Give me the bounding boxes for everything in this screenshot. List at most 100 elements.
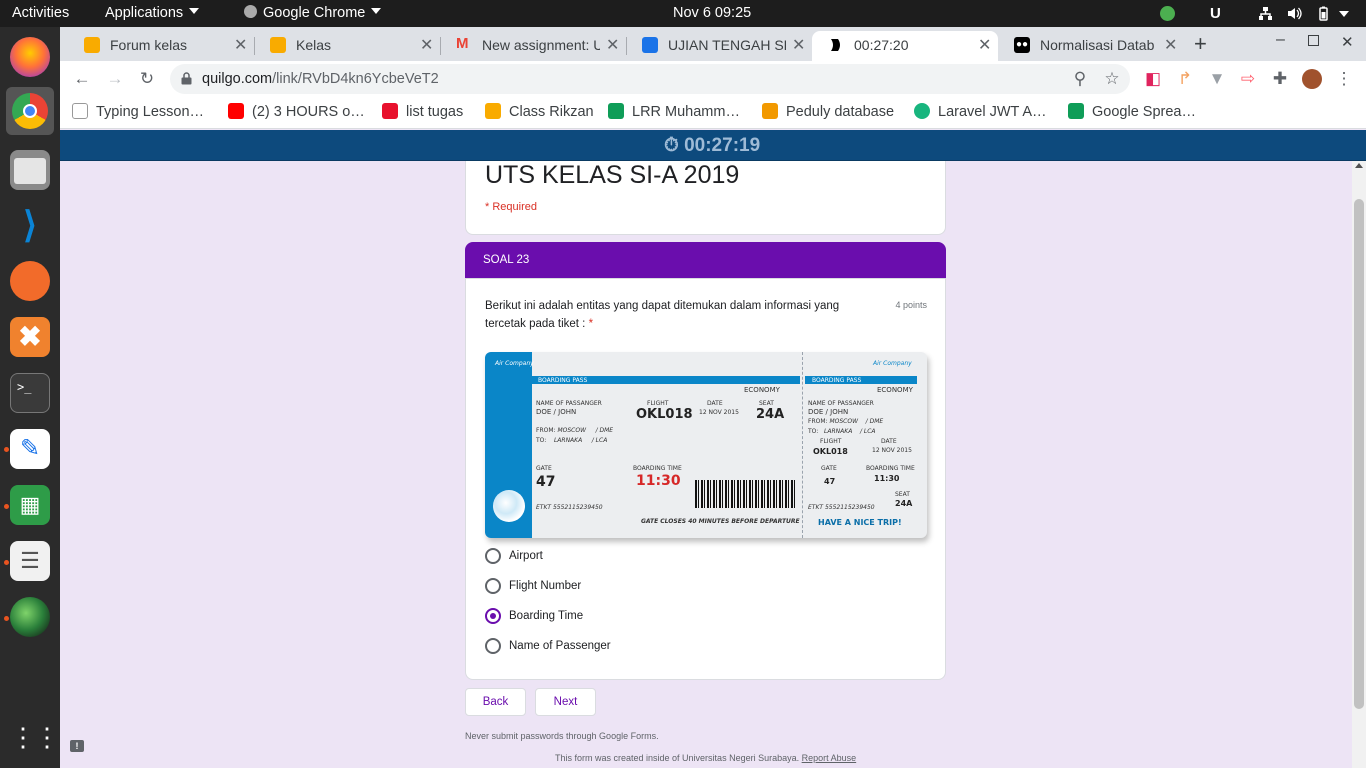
boarding-time-label: BOARDING TIME <box>633 465 682 472</box>
zoom-icon[interactable]: ⚲ <box>1070 69 1090 89</box>
profile-avatar[interactable] <box>1302 69 1322 89</box>
u-app-icon[interactable]: U <box>1210 6 1225 21</box>
battery-icon[interactable] <box>1316 6 1331 21</box>
address-bar[interactable]: quilgo.com/link/RVbD4kn6YcbeVeT2 ⚲ ☆ <box>170 64 1130 94</box>
bookmark-peduly[interactable]: Peduly database <box>762 103 894 120</box>
xampp-icon[interactable]: ✖ <box>10 317 50 357</box>
bookmark-label: LRR Muhamm… <box>632 104 740 120</box>
kebab-menu-icon[interactable]: ⋮ <box>1334 69 1354 89</box>
extension-red-icon[interactable]: ◧ <box>1143 69 1163 89</box>
extensions-puzzle-icon[interactable]: ✚ <box>1270 69 1290 89</box>
bookmark-youtube[interactable]: (2) 3 HOURS o… <box>228 103 365 120</box>
next-button[interactable]: Next <box>535 688 596 716</box>
report-abuse-link[interactable]: Report Abuse <box>802 753 857 763</box>
bookmark-google-sheets[interactable]: Google Sprea… <box>1068 103 1196 120</box>
status-globe-icon[interactable] <box>1160 6 1175 21</box>
globe-app-icon[interactable] <box>10 597 50 637</box>
scroll-up-arrow-icon[interactable] <box>1355 163 1363 168</box>
tab-ujian-tengah[interactable]: UJIAN TENGAH SEI ✕ <box>626 31 812 61</box>
scrollbar-thumb[interactable] <box>1354 199 1364 709</box>
bookmark-list-tugas[interactable]: list tugas <box>382 103 463 120</box>
document-viewer-icon[interactable]: ☰ <box>10 541 50 581</box>
files-icon[interactable] <box>10 150 50 190</box>
back-arrow-icon[interactable]: ← <box>72 69 92 89</box>
tab-normalisasi[interactable]: ●● Normalisasi Datab ✕ <box>998 31 1184 61</box>
gate-closes-note: GATE CLOSES 40 MINUTES BEFORE DEPARTURE <box>641 518 800 525</box>
back-button[interactable]: Back <box>465 688 526 716</box>
option-label: Boarding Time <box>509 610 584 622</box>
gmail-icon: M <box>456 35 469 52</box>
chrome-app-menu[interactable]: Google Chrome <box>244 5 382 21</box>
close-icon[interactable]: ✕ <box>1164 35 1177 55</box>
radio-button-selected[interactable] <box>485 608 501 624</box>
name-label: NAME OF PASSANGER <box>536 400 602 407</box>
date-label: DATE <box>707 400 723 407</box>
bookmark-star-icon[interactable]: ☆ <box>1102 69 1122 89</box>
spreadsheet-icon[interactable]: ▦ <box>10 485 50 525</box>
bookmark-class-rikzan[interactable]: Class Rikzan <box>485 103 594 120</box>
network-icon[interactable] <box>1258 6 1273 21</box>
radio-button[interactable] <box>485 638 501 654</box>
chrome-dock-active[interactable] <box>6 87 54 135</box>
form-page: UTS KELAS SI-A 2019 * Required SOAL 23 B… <box>60 161 1352 768</box>
question-text: Berikut ini adalah entitas yang dapat di… <box>485 297 875 333</box>
bookmark-laravel-jwt[interactable]: Laravel JWT A… <box>914 103 1047 120</box>
url-text: quilgo.com/link/RVbD4kn6YcbeVeT2 <box>202 71 439 87</box>
close-icon[interactable]: ✕ <box>234 35 247 55</box>
system-menu-chevron-icon[interactable] <box>1339 11 1349 17</box>
postman-icon[interactable] <box>10 261 50 301</box>
vscode-icon[interactable]: ⟩ <box>10 205 50 245</box>
seat-label: SEAT <box>759 400 774 407</box>
bookmark-lrr[interactable]: LRR Muhamm… <box>608 103 740 120</box>
question-card: Berikut ini adalah entitas yang dapat di… <box>465 278 946 680</box>
tab-new-assignment[interactable]: M New assignment: U ✕ <box>440 31 626 61</box>
folder-shape <box>14 158 46 184</box>
boarding-time: 11:30 <box>636 473 681 489</box>
tab-title: New assignment: U <box>482 37 600 53</box>
password-warning: Never submit passwords through Google Fo… <box>465 731 659 741</box>
clock[interactable]: Nov 6 09:25 <box>673 5 751 21</box>
bookmark-label: list tugas <box>406 104 464 120</box>
forward-arrow-icon[interactable]: → <box>105 69 125 89</box>
extension-v-icon[interactable]: ▼ <box>1207 69 1227 89</box>
running-indicator <box>4 560 9 565</box>
extension-orange-icon[interactable]: ↱ <box>1175 69 1195 89</box>
tab-kelas[interactable]: Kelas ✕ <box>254 31 440 61</box>
system-top-bar: Activities Applications Google Chrome No… <box>0 0 1366 27</box>
volume-icon[interactable] <box>1287 6 1302 21</box>
radio-button[interactable] <box>485 578 501 594</box>
applications-menu[interactable]: Applications <box>105 5 200 21</box>
reload-icon[interactable]: ↻ <box>137 69 157 89</box>
globe-icon <box>493 490 525 522</box>
feedback-icon[interactable]: ! <box>70 740 84 752</box>
tab-timer-active[interactable]: 00:27:20 ✕ <box>812 31 998 61</box>
close-icon[interactable]: ✕ <box>978 35 991 55</box>
countdown-timer: ⏱ 00:27:19 <box>664 135 761 156</box>
extension-arrow-icon[interactable]: ⇨ <box>1238 69 1258 89</box>
page-scrollbar[interactable] <box>1352 161 1366 768</box>
bookmark-typing-lesson[interactable]: Typing Lesson… <box>72 103 204 120</box>
new-tab-button[interactable]: + <box>1194 31 1207 57</box>
nice-trip-text: HAVE A NICE TRIP! <box>818 518 902 527</box>
option-label: Airport <box>509 550 543 562</box>
required-star: * <box>588 318 594 330</box>
restore-button[interactable] <box>1308 35 1319 46</box>
tab-strip: Forum kelas ✕ Kelas ✕ M New assignment: … <box>60 27 1366 61</box>
close-icon[interactable]: ✕ <box>606 35 619 55</box>
required-note: * Required <box>485 201 537 213</box>
tab-title: Kelas <box>296 37 332 53</box>
activities-button[interactable]: Activities <box>12 5 69 21</box>
radio-button[interactable] <box>485 548 501 564</box>
close-icon[interactable]: ✕ <box>420 35 433 55</box>
from-label-text: FROM: <box>536 427 556 434</box>
stub-from-city: MOSCOW <box>829 418 859 425</box>
show-apps-icon[interactable]: ⋮⋮⋮ <box>10 717 84 757</box>
terminal-icon[interactable]: >_ <box>10 373 50 413</box>
text-editor-icon[interactable]: ✎ <box>10 429 50 469</box>
minimize-button[interactable]: ‒ <box>1276 31 1285 49</box>
firefox-icon[interactable] <box>10 37 50 77</box>
close-window-button[interactable]: ✕ <box>1341 33 1354 51</box>
bookmarks-bar: Typing Lesson… (2) 3 HOURS o… list tugas… <box>60 97 1366 129</box>
tab-forum-kelas[interactable]: Forum kelas ✕ <box>68 31 254 61</box>
close-icon[interactable]: ✕ <box>792 35 805 55</box>
